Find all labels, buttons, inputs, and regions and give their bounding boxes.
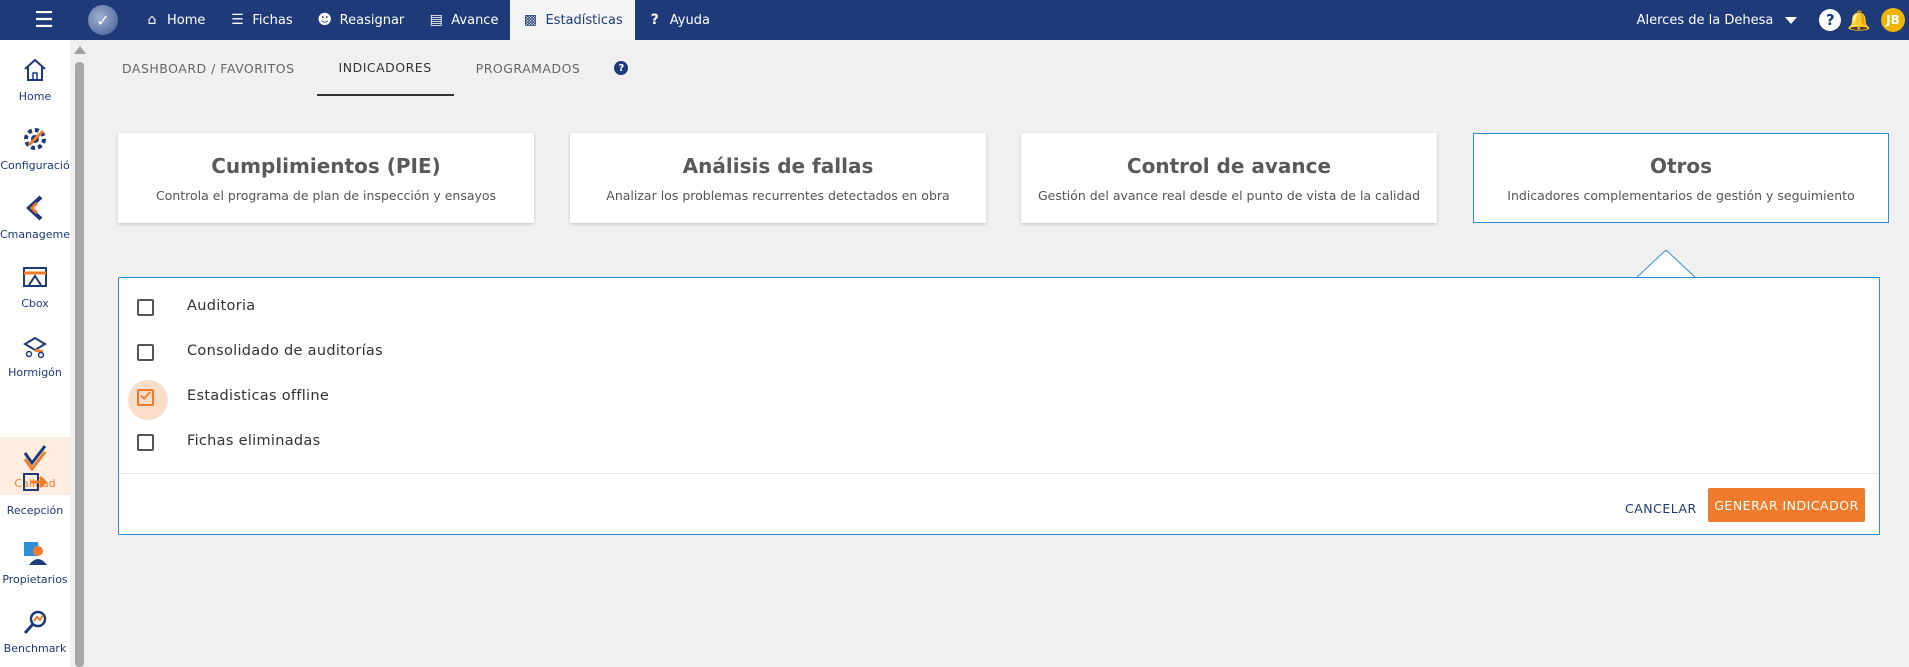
bar-chart-icon: ▩	[523, 12, 538, 28]
tabs-help-icon[interactable]: ?	[614, 61, 629, 75]
option-estadisticas-offline[interactable]	[128, 379, 168, 420]
nav-ayuda-label: Ayuda	[669, 12, 710, 28]
scroll-thumb[interactable]	[75, 62, 84, 667]
nav-fichas[interactable]: ☰ Fichas	[217, 0, 304, 40]
option-label: Fichas eliminadas	[187, 433, 321, 449]
nav-home-label: Home	[167, 12, 206, 28]
users-icon: ☻	[317, 12, 332, 28]
sidebar-item-label: Benchmark	[3, 641, 67, 655]
sidebar-item-recepcion[interactable]: Recepción	[0, 460, 70, 526]
estadisticas-offline-checkbox[interactable]	[128, 379, 168, 420]
card-title: Otros	[1649, 153, 1713, 178]
fichas-eliminadas-checkbox[interactable]	[137, 433, 154, 451]
sidebar-item-label: Recepción	[6, 503, 64, 517]
nav-estadisticas-label: Estadísticas	[545, 12, 623, 28]
indicator-options-panel: Auditoria Consolidado de auditorías Esta…	[118, 277, 1880, 535]
top-right-controls: Alerces de la Dehesa ? 🔔 JB	[1637, 0, 1909, 40]
progress-icon: ▤	[429, 12, 443, 28]
cancel-button[interactable]: CANCELAR	[1625, 491, 1697, 525]
tab-programados[interactable]: PROGRAMADOS	[454, 40, 603, 96]
card-analisis-fallas[interactable]: Análisis de fallas Analizar los problema…	[570, 133, 986, 223]
checkmark-icon	[140, 390, 151, 400]
sidebar: Home Configuració Cmanageme Cbox Hormigó…	[0, 40, 70, 667]
settings-icon	[24, 127, 46, 150]
consolidado-auditorias-checkbox[interactable]	[137, 343, 154, 361]
option-fichas-eliminadas[interactable]	[137, 427, 154, 457]
scroll-up-arrow-icon[interactable]	[74, 46, 86, 54]
card-otros[interactable]: Otros Indicadores complementarios de ges…	[1473, 133, 1889, 223]
help-icon[interactable]: ?	[1819, 9, 1842, 31]
card-control-avance[interactable]: Control de avance Gestión del avance rea…	[1021, 133, 1437, 223]
tab-indicadores[interactable]: INDICADORES	[316, 40, 454, 96]
house-icon	[24, 58, 46, 81]
sidebar-item-label: Hormigón	[8, 365, 62, 379]
cmanagement-icon	[26, 195, 43, 220]
reception-icon	[23, 472, 48, 491]
nav-fichas-label: Fichas	[252, 12, 293, 28]
sidebar-item-propietarios[interactable]: Propietarios	[0, 529, 70, 595]
sidebar-item-label: Configuració	[0, 158, 70, 172]
question-icon: ?	[650, 12, 659, 28]
list-icon: ☰	[231, 12, 244, 28]
card-description: Indicadores complementarios de gestión y…	[1507, 187, 1855, 203]
card-description: Gestión del avance real desde el punto d…	[1037, 187, 1421, 203]
nav-reasignar[interactable]: ☻ Reasignar	[305, 0, 417, 40]
nav-avance[interactable]: ▤ Avance	[416, 0, 510, 40]
option-label: Estadisticas offline	[187, 388, 330, 404]
sidebar-item-label: Cmanageme	[0, 227, 71, 241]
sidebar-item-hormigon[interactable]: Hormigón	[0, 322, 70, 388]
sidebar-item-configuracion[interactable]: Configuració	[0, 115, 70, 181]
concrete-mixer-icon	[23, 336, 47, 358]
nav-ayuda[interactable]: ? Ayuda	[635, 0, 722, 40]
nav-reasignar-label: Reasignar	[339, 12, 405, 28]
card-cumplimientos[interactable]: Cumplimientos (PIE) Controla el programa…	[118, 133, 534, 223]
avatar[interactable]: JB	[1881, 8, 1905, 32]
sidebar-item-label: Propietarios	[2, 572, 68, 586]
chevron-down-icon[interactable]	[1785, 16, 1798, 24]
nav-avance-label: Avance	[451, 12, 499, 28]
nav-home[interactable]: ⌂ Home	[132, 0, 217, 40]
card-title: Análisis de fallas	[682, 153, 874, 178]
sidebar-scrollbar[interactable]	[72, 40, 86, 667]
statistics-tabs: DASHBOARD / FAVORITOS INDICADORES PROGRA…	[100, 40, 629, 96]
sidebar-item-cmanagement[interactable]: Cmanageme	[0, 184, 70, 250]
sidebar-item-label: Cbox	[21, 296, 49, 310]
top-navigation-bar: ☰ ✓ ⌂ Home ☰ Fichas ☻ Reasignar ▤ Avance…	[0, 0, 1909, 40]
auditoria-checkbox[interactable]	[137, 298, 154, 316]
option-auditoria[interactable]	[137, 292, 154, 322]
cbox-icon	[23, 266, 47, 287]
card-title: Control de avance	[1126, 153, 1332, 178]
benchmark-icon	[23, 610, 47, 634]
sidebar-item-label: Home	[18, 89, 52, 103]
tab-dashboard-favoritos[interactable]: DASHBOARD / FAVORITOS	[100, 40, 317, 96]
sidebar-item-home[interactable]: Home	[0, 46, 70, 112]
option-consolidado-auditorias[interactable]	[137, 337, 154, 367]
app-logo[interactable]: ✓	[88, 5, 118, 35]
option-label: Auditoria	[187, 298, 256, 314]
bell-icon[interactable]: 🔔	[1847, 9, 1871, 32]
sidebar-item-cbox[interactable]: Cbox	[0, 253, 70, 319]
owners-icon	[24, 541, 47, 565]
sidebar-item-benchmark[interactable]: Benchmark	[0, 598, 70, 664]
card-description: Analizar los problemas recurrentes detec…	[606, 187, 950, 203]
option-label: Consolidado de auditorías	[187, 343, 383, 359]
project-selector[interactable]: Alerces de la Dehesa	[1637, 13, 1774, 28]
panel-pointer	[1636, 250, 1696, 279]
home-icon: ⌂	[147, 12, 157, 28]
panel-divider	[119, 473, 1879, 474]
card-title: Cumplimientos (PIE)	[211, 153, 441, 178]
nav-estadisticas[interactable]: ▩ Estadísticas	[510, 0, 635, 40]
card-description: Controla el programa de plan de inspecci…	[155, 187, 497, 203]
hamburger-menu-icon[interactable]: ☰	[0, 0, 88, 40]
generate-indicator-button[interactable]: GENERAR INDICADOR	[1708, 488, 1865, 522]
